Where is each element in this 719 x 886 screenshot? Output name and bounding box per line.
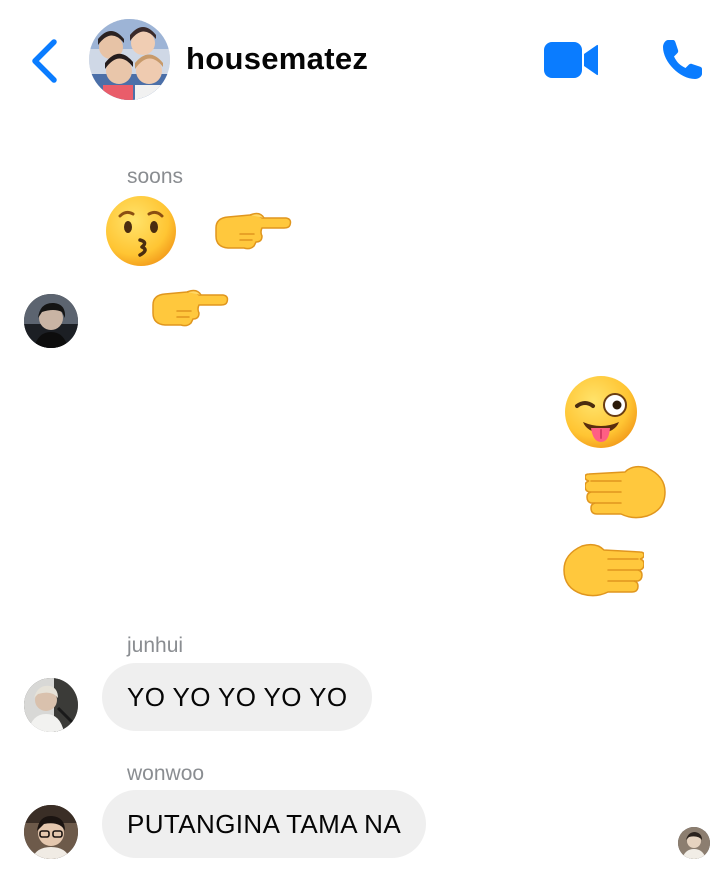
back-button[interactable] (22, 38, 66, 84)
conversation-header: housematez (0, 0, 719, 120)
message-bubble-wonwoo[interactable]: PUTANGINA TAMA NA (102, 790, 427, 858)
video-camera-icon (544, 42, 598, 78)
pointing-right-emoji[interactable] (210, 206, 292, 259)
avatar-junhui[interactable] (24, 678, 78, 732)
voice-call-button[interactable] (658, 36, 706, 84)
avatar-wonwoo[interactable] (24, 805, 78, 859)
kissing-face-emoji[interactable] (104, 194, 178, 273)
sender-name-wonwoo: wonwoo (127, 762, 205, 785)
chevron-left-icon (32, 39, 57, 83)
sender-name-junhui: junhui (127, 634, 184, 657)
phone-icon (663, 40, 702, 79)
group-photo-image (89, 19, 170, 100)
sender-name-soons: soons (127, 165, 184, 188)
video-call-button[interactable] (541, 40, 601, 80)
hand-pointing-right-emoji[interactable] (584, 458, 669, 529)
pointing-right-emoji[interactable] (147, 283, 229, 336)
read-receipt-avatar (678, 827, 710, 859)
group-avatar[interactable] (89, 19, 170, 100)
hand-pointing-left-emoji[interactable] (560, 536, 645, 607)
winking-face-with-tongue-emoji[interactable] (563, 374, 639, 455)
avatar-soons[interactable] (24, 294, 78, 348)
conversation-title[interactable]: housematez (186, 41, 368, 77)
message-bubble-junhui[interactable]: YO YO YO YO YO (102, 663, 373, 731)
